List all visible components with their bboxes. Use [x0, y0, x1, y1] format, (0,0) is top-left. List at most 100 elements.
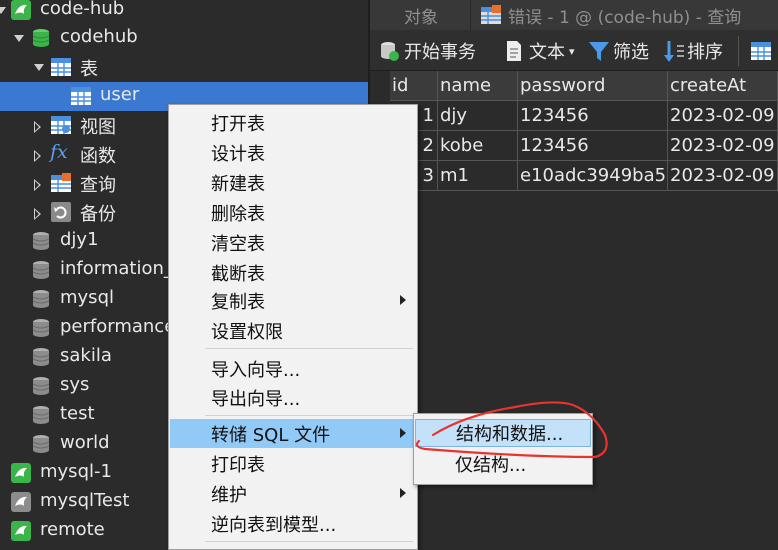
red-annotation-scribble [415, 401, 608, 459]
view-icon [50, 114, 72, 136]
menu-label: 逆向表到模型... [211, 514, 337, 536]
tree-db-sakila[interactable]: sakila [0, 343, 168, 372]
menu-separator [205, 348, 413, 349]
backup-icon [50, 201, 72, 223]
tree-connection-remote[interactable]: remote [0, 517, 168, 546]
tree-label: user [100, 84, 140, 105]
table-cell[interactable]: 2023-02-09 [668, 101, 778, 131]
menu-label: 导入向导... [211, 359, 301, 381]
tree-label: 备份 [80, 204, 116, 225]
database-icon [30, 230, 52, 252]
sort-button[interactable]: 排序 [663, 39, 723, 63]
column-header-id[interactable]: id [390, 71, 438, 101]
table-cell[interactable]: 2023-02-09 [668, 131, 778, 161]
query-tab-icon [480, 4, 502, 26]
tab-query-error[interactable]: 错误 - 1 @ (code-hub) - 查询 [480, 0, 741, 30]
tree-connection-mysql-1[interactable]: mysql-1 [0, 459, 168, 488]
tree-folder-backups[interactable]: 备份 [0, 198, 168, 227]
menu-label: 打开表 [211, 113, 265, 135]
column-header-createat[interactable]: createAt [668, 71, 778, 101]
submenu-arrow-icon [400, 295, 406, 305]
menu-item-import-wizard[interactable]: 导入向导... [170, 354, 416, 383]
menu-item-set-permissions[interactable]: 设置权限 [170, 316, 416, 345]
menu-item-maintain[interactable]: 维护 [170, 479, 416, 508]
tree-label: mysqlTest [40, 490, 130, 511]
tree-db-djy1[interactable]: djy1 [0, 227, 168, 256]
tab-label: 对象 [404, 7, 438, 28]
tree-label: 函数 [80, 146, 116, 167]
table-cell[interactable]: 123456 [518, 131, 668, 161]
collapse-arrow-icon[interactable] [34, 150, 41, 162]
tree-db-world[interactable]: world [0, 430, 168, 459]
button-label: 排序 [687, 42, 723, 63]
tree-folder-tables[interactable]: 表 [0, 53, 368, 82]
collapse-arrow-icon[interactable] [34, 179, 41, 191]
menu-item-dump-sql-file[interactable]: 转储 SQL 文件 [170, 419, 416, 448]
table-cell[interactable]: kobe [438, 131, 518, 161]
database-icon [30, 433, 52, 455]
tree-db-codehub[interactable]: codehub [0, 24, 368, 53]
database-icon [30, 404, 52, 426]
expand-arrow-icon[interactable] [34, 64, 44, 71]
tree-folder-views[interactable]: 视图 [0, 111, 168, 140]
table-cell[interactable]: djy [438, 101, 518, 131]
collapse-arrow-icon[interactable] [34, 121, 41, 133]
button-label: 开始事务 [404, 42, 476, 63]
menu-item-new-table[interactable]: 新建表 [170, 168, 416, 197]
mysql-dolphin-icon [10, 491, 32, 513]
column-header-name[interactable]: name [438, 71, 518, 101]
menu-item-duplicate-table[interactable]: 复制表 [170, 286, 416, 315]
tree-connection-code-hub[interactable]: code-hub [0, 0, 368, 25]
menu-item-delete-table[interactable]: 删除表 [170, 198, 416, 227]
toolbar-divider [738, 36, 739, 66]
function-icon: fx [50, 141, 68, 163]
toolbar: 开始事务 文本 ▾ 筛选 排序 [370, 30, 778, 71]
tree-label: 查询 [80, 175, 116, 196]
grid-view-button[interactable] [750, 39, 772, 63]
transaction-icon [378, 40, 400, 62]
tree-label: remote [40, 519, 105, 540]
tree-connection-mysqltest[interactable]: mysqlTest [0, 488, 168, 517]
tree-label: djy1 [60, 229, 99, 250]
menu-item-empty-table[interactable]: 清空表 [170, 228, 416, 257]
menu-item-export-wizard[interactable]: 导出向导... [170, 383, 416, 412]
database-icon [30, 346, 52, 368]
expand-arrow-icon[interactable] [14, 35, 24, 42]
dropdown-caret-icon[interactable]: ▾ [569, 45, 575, 58]
tree-label: sakila [60, 345, 112, 366]
tab-bar: 对象 错误 - 1 @ (code-hub) - 查询 [370, 0, 778, 30]
menu-label: 维护 [211, 484, 247, 506]
menu-item-open-table[interactable]: 打开表 [170, 108, 416, 137]
menu-item-reverse-to-model[interactable]: 逆向表到模型... [170, 509, 416, 538]
database-icon [30, 259, 52, 281]
table-cell[interactable]: 123456 [518, 101, 668, 131]
collapse-arrow-icon[interactable] [34, 208, 41, 220]
menu-label: 转储 SQL 文件 [211, 424, 331, 446]
header-label: name [440, 75, 492, 96]
tree-label: code-hub [40, 0, 125, 19]
tab-objects[interactable]: 对象 [404, 0, 438, 30]
button-label: 筛选 [613, 42, 649, 63]
tree-db-test[interactable]: test [0, 401, 168, 430]
menu-item-truncate-table[interactable]: 截断表 [170, 258, 416, 287]
text-view-button[interactable]: 文本 ▾ [505, 39, 575, 63]
tree-db-performance-schema[interactable]: performance [0, 314, 168, 343]
table-cell[interactable]: 2023-02-09 [668, 161, 778, 191]
tree-db-sys[interactable]: sys [0, 372, 168, 401]
tree-label: performance [60, 316, 168, 337]
column-header-password[interactable]: password [518, 71, 668, 101]
table-cell[interactable]: e10adc3949ba59 [518, 161, 668, 191]
tree-folder-queries[interactable]: 查询 [0, 169, 168, 198]
header-label: createAt [670, 75, 747, 96]
menu-item-design-table[interactable]: 设计表 [170, 138, 416, 167]
filter-button[interactable]: 筛选 [588, 39, 649, 63]
expand-arrow-icon[interactable] [0, 7, 6, 14]
tree-db-information-schema[interactable]: information_ [0, 256, 168, 285]
menu-item-print-table[interactable]: 打印表 [170, 449, 416, 478]
tree-db-mysql[interactable]: mysql [0, 285, 168, 314]
begin-transaction-button[interactable]: 开始事务 [378, 39, 476, 63]
table-cell[interactable]: m1 [438, 161, 518, 191]
table-icon [70, 85, 92, 107]
mysql-dolphin-icon [10, 520, 32, 542]
tree-folder-functions[interactable]: fx 函数 [0, 140, 168, 169]
